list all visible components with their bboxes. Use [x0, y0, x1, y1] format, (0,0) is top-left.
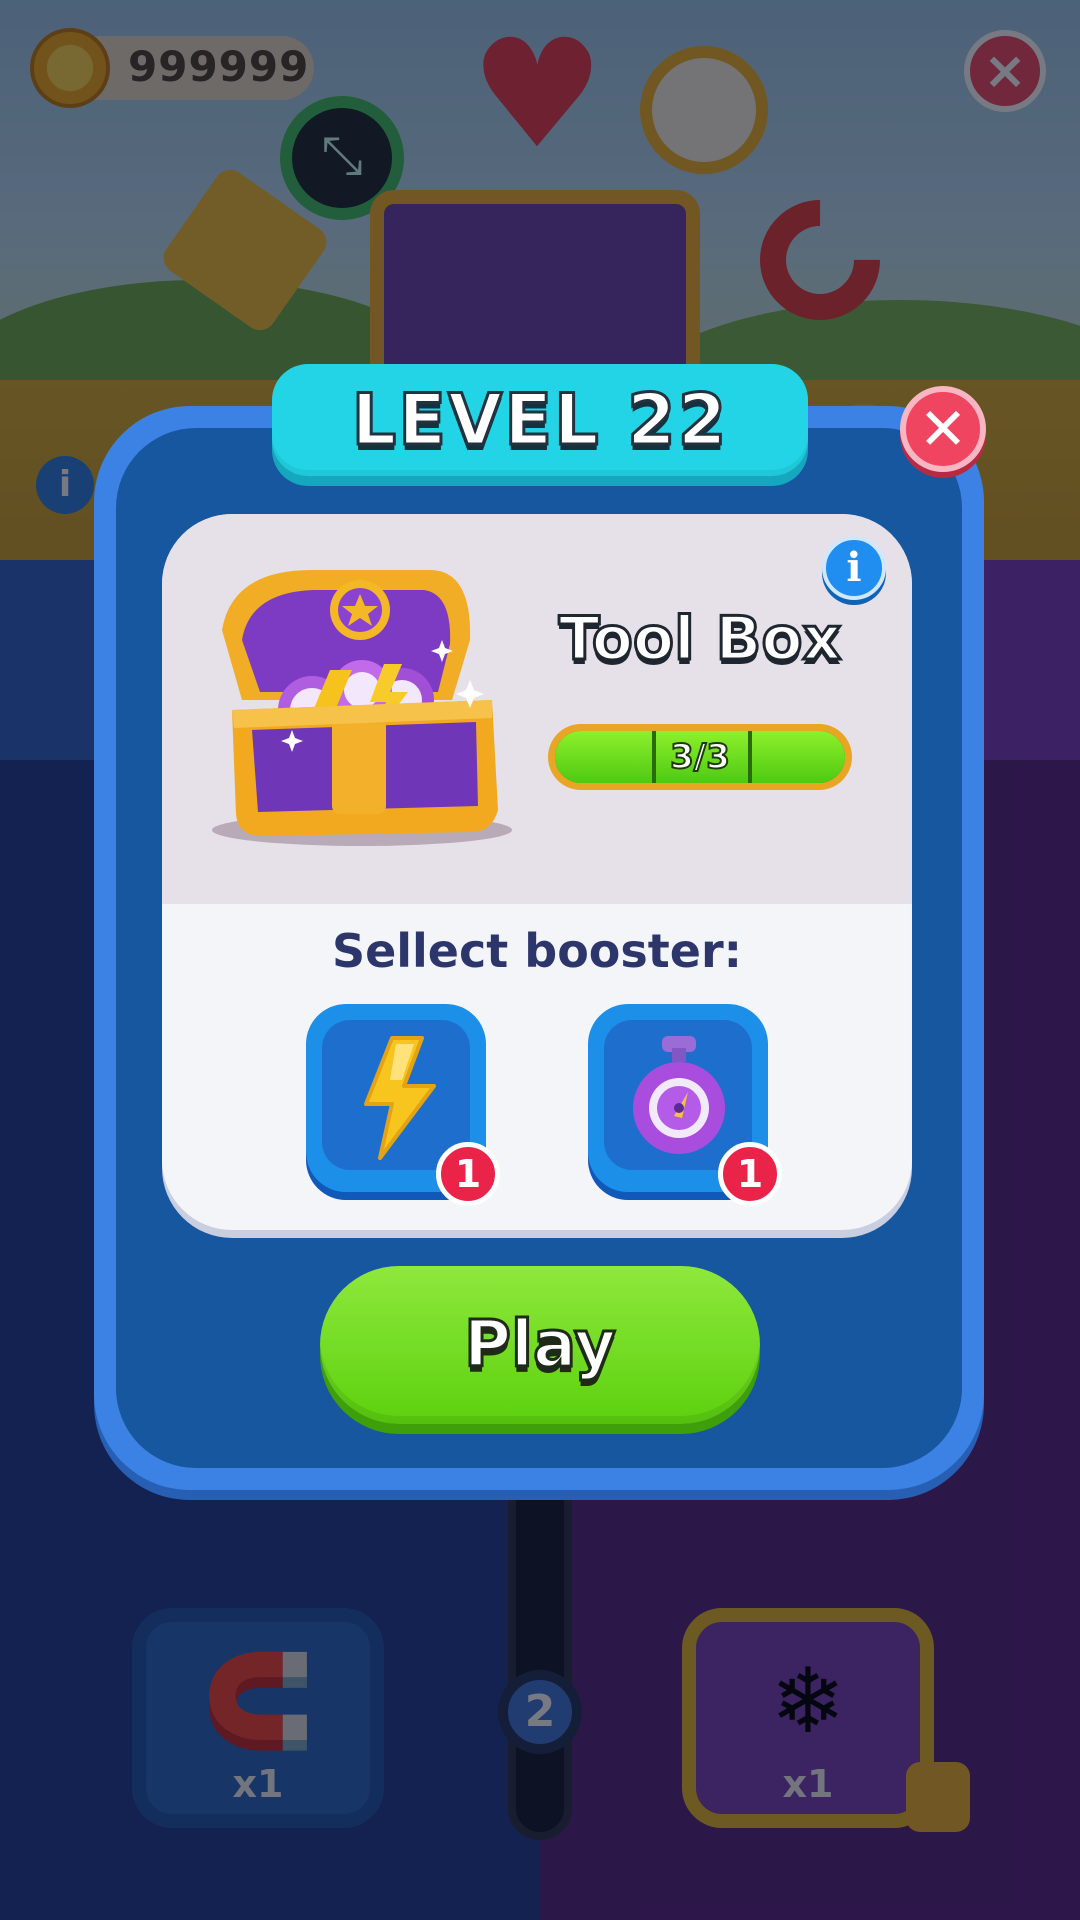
play-button-label: Play — [463, 1307, 618, 1384]
level-banner: LEVEL 22 — [272, 364, 808, 476]
booster-lightning-button[interactable]: 1 — [306, 1004, 500, 1206]
close-icon: ✕ — [918, 395, 968, 463]
reward-name: Tool Box — [557, 603, 843, 676]
select-booster-label: Sellect booster: — [331, 924, 743, 978]
info-icon: i — [846, 544, 862, 591]
reward-progress-bar: 3/3 — [548, 724, 852, 790]
progress-track-inner: 3/3 — [555, 731, 845, 783]
booster-count-badge: 1 — [718, 1142, 782, 1206]
booster-stopwatch-button[interactable]: 1 — [588, 1004, 782, 1206]
treasure-chest-icon — [212, 570, 512, 846]
reward-panel — [162, 514, 912, 904]
info-button[interactable]: i — [822, 536, 886, 600]
progress-label: 3/3 — [669, 736, 731, 778]
close-button[interactable]: ✕ — [900, 386, 986, 472]
play-button[interactable]: Play — [320, 1266, 760, 1424]
booster-count-badge: 1 — [436, 1142, 500, 1206]
level-title: LEVEL 22 — [350, 378, 729, 463]
